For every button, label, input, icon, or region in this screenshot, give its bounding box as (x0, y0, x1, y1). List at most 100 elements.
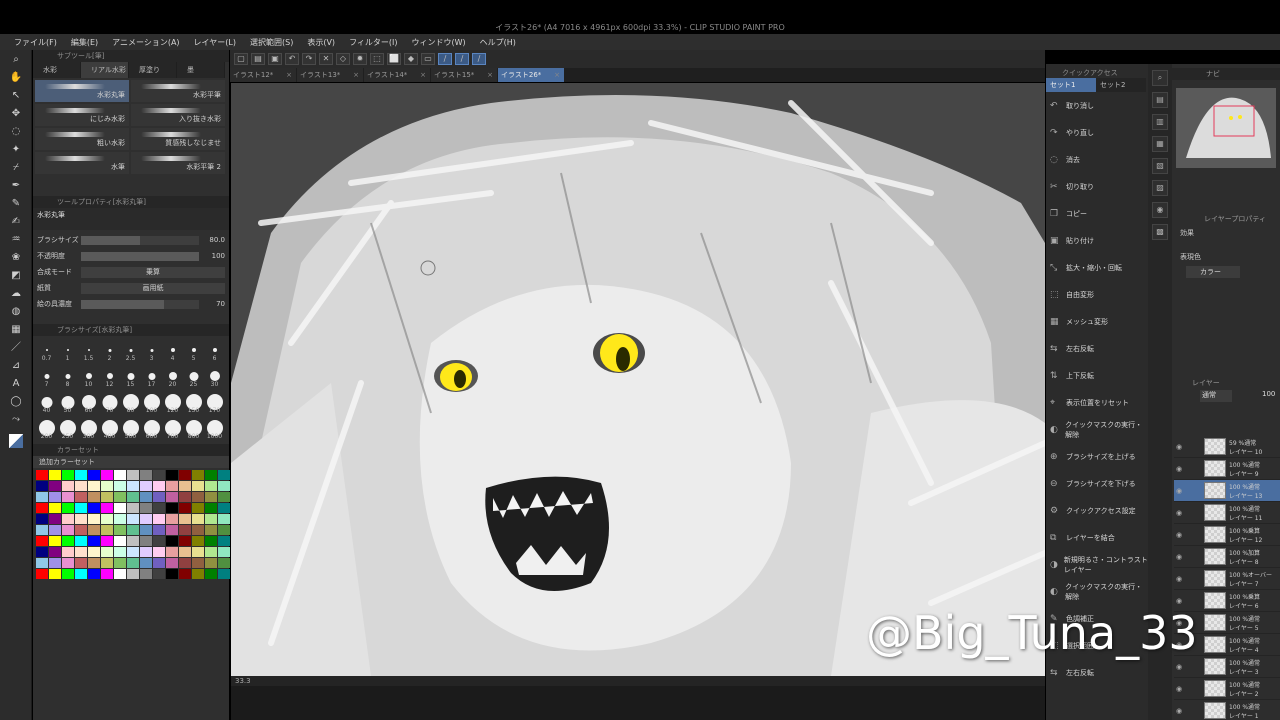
doc-tab-5[interactable]: イラスト26* × (498, 68, 564, 82)
quick-access-item[interactable]: ▣ 貼り付け (1046, 227, 1148, 254)
layer-row[interactable]: ◉ 100 %加算 レイヤー 8 (1174, 546, 1280, 568)
brush-size-item[interactable]: 200 (36, 416, 57, 440)
stabilizer-icon[interactable]: ∕ (438, 53, 452, 65)
color-swatch[interactable] (140, 503, 152, 513)
eyedropper-icon[interactable]: ⌿ (5, 160, 27, 176)
quick-access-item[interactable]: ⌖ 表示位置をリセット (1046, 389, 1148, 416)
color-swatch[interactable] (166, 481, 178, 491)
new-canvas-icon[interactable]: ▢ (234, 53, 248, 65)
color-swatch[interactable] (179, 514, 191, 524)
doc-tab-2[interactable]: イラスト13* × (297, 68, 363, 82)
color-swatch[interactable] (179, 503, 191, 513)
brush-item[interactable]: 入り抜き水彩 (131, 104, 225, 126)
color-swatch[interactable] (62, 536, 74, 546)
color-swatch[interactable] (192, 514, 204, 524)
brush-size-item[interactable]: 2.5 (120, 338, 141, 362)
color-swatch[interactable] (36, 503, 48, 513)
color-swatch[interactable] (49, 514, 61, 524)
color-swatch[interactable] (88, 481, 100, 491)
hand-tool-icon[interactable]: ✋ (5, 70, 27, 86)
color-swatch[interactable] (62, 558, 74, 568)
search-icon[interactable]: ⌕ (1152, 70, 1168, 86)
eye-icon[interactable]: ◉ (1174, 707, 1184, 715)
brush-size-slider[interactable] (81, 235, 199, 245)
color-swatch[interactable] (49, 547, 61, 557)
doc-tab-3[interactable]: イラスト14* × (364, 68, 430, 82)
eye-icon[interactable]: ◉ (1174, 553, 1184, 561)
menu-view[interactable]: 表示(V) (307, 37, 335, 48)
brush-item[interactable]: 水彩平筆 2 (131, 152, 225, 174)
color-swatch[interactable] (62, 492, 74, 502)
zoom-tool-icon[interactable]: ⌕ (5, 52, 27, 68)
color-swatch[interactable] (36, 470, 48, 480)
color-swatch[interactable] (218, 470, 230, 480)
layer-row[interactable]: ◉ 100 %通常 レイヤー 2 (1174, 678, 1280, 700)
doc-tab-1[interactable]: イラスト12* × (230, 68, 296, 82)
brush-size-item[interactable]: 170 (204, 390, 225, 414)
color-swatch[interactable] (62, 481, 74, 491)
brush-size-item[interactable]: 10 (78, 364, 99, 388)
color-swatch[interactable] (75, 569, 87, 579)
brush-size-item[interactable]: 250 (57, 416, 78, 440)
color-swatch[interactable] (36, 536, 48, 546)
menu-edit[interactable]: 編集(E) (71, 37, 98, 48)
color-swatch[interactable] (218, 525, 230, 535)
color-swatch[interactable] (166, 569, 178, 579)
brush-size-item[interactable]: 12 (99, 364, 120, 388)
brush-size-item[interactable]: 5 (183, 338, 204, 362)
correct-line-icon[interactable]: ⤳ (5, 412, 27, 428)
paper-select[interactable]: 画用紙 (81, 282, 225, 294)
prop-brush-size[interactable]: ブラシサイズ 80.0 (37, 232, 225, 248)
quick-access-item[interactable]: ↶ 取り消し (1046, 92, 1148, 119)
brush-item[interactable]: 粗い水彩 (35, 128, 129, 150)
brush-size-item[interactable]: 3 (141, 338, 162, 362)
color-swatch[interactable] (127, 514, 139, 524)
color-swatch[interactable] (36, 547, 48, 557)
vector-icon[interactable]: ∕ (472, 53, 486, 65)
color-swatch[interactable] (153, 503, 165, 513)
brush-size-item[interactable]: 600 (141, 416, 162, 440)
brush-size-item[interactable]: 1 (57, 338, 78, 362)
layer-search-icon[interactable]: ▥ (1152, 114, 1168, 130)
color-swatch[interactable] (218, 569, 230, 579)
brush-size-item[interactable]: 1000 (204, 416, 225, 440)
quick-access-item[interactable]: ⇆ 左右反転 (1046, 659, 1148, 686)
subtool-tab[interactable]: リアル水彩 (81, 62, 129, 78)
brush-size-item[interactable]: 60 (78, 390, 99, 414)
color-swatch[interactable] (127, 558, 139, 568)
navigator-preview[interactable] (1176, 88, 1276, 168)
color-swatch[interactable] (88, 492, 100, 502)
brush-tool-icon[interactable]: ✍ (5, 214, 27, 230)
select-all-icon[interactable]: ⬚ (370, 53, 384, 65)
open-icon[interactable]: ▤ (251, 53, 265, 65)
quick-access-item[interactable]: ⚙ クイックアクセス設定 (1046, 497, 1148, 524)
color-swatch[interactable] (36, 514, 48, 524)
color-swatch[interactable] (140, 536, 152, 546)
color-swatch[interactable] (88, 514, 100, 524)
quick-access-item[interactable]: ⊖ ブラシサイズを下げる (1046, 470, 1148, 497)
color-swatch[interactable] (101, 547, 113, 557)
doc-tab-4[interactable]: イラスト15* × (431, 68, 497, 82)
color-swatch[interactable] (205, 558, 217, 568)
color-swatch[interactable] (192, 569, 204, 579)
color-swatch[interactable] (205, 569, 217, 579)
text-tool-icon[interactable]: A (5, 376, 27, 392)
eye-icon[interactable]: ◉ (1174, 509, 1184, 517)
color-swatch[interactable] (153, 481, 165, 491)
color-swatch[interactable] (49, 503, 61, 513)
color-swatch[interactable] (140, 470, 152, 480)
pen-tool-icon[interactable]: ✒ (5, 178, 27, 194)
color-swatch[interactable] (101, 569, 113, 579)
brush-size-item[interactable]: 150 (183, 390, 204, 414)
color-swatch[interactable] (179, 569, 191, 579)
quick-access-item[interactable]: ⬚ 自由変形 (1046, 281, 1148, 308)
prop-opacity[interactable]: 不透明度 100 (37, 248, 225, 264)
color-swatch[interactable] (140, 514, 152, 524)
color-swatch[interactable] (153, 525, 165, 535)
color-swatch[interactable] (101, 492, 113, 502)
color-swatch[interactable] (75, 481, 87, 491)
ruler-tool-icon[interactable]: ⊿ (5, 358, 27, 374)
close-icon[interactable]: × (487, 68, 493, 82)
item-bank-icon[interactable]: ▧ (1152, 158, 1168, 174)
color-swatch[interactable] (49, 492, 61, 502)
